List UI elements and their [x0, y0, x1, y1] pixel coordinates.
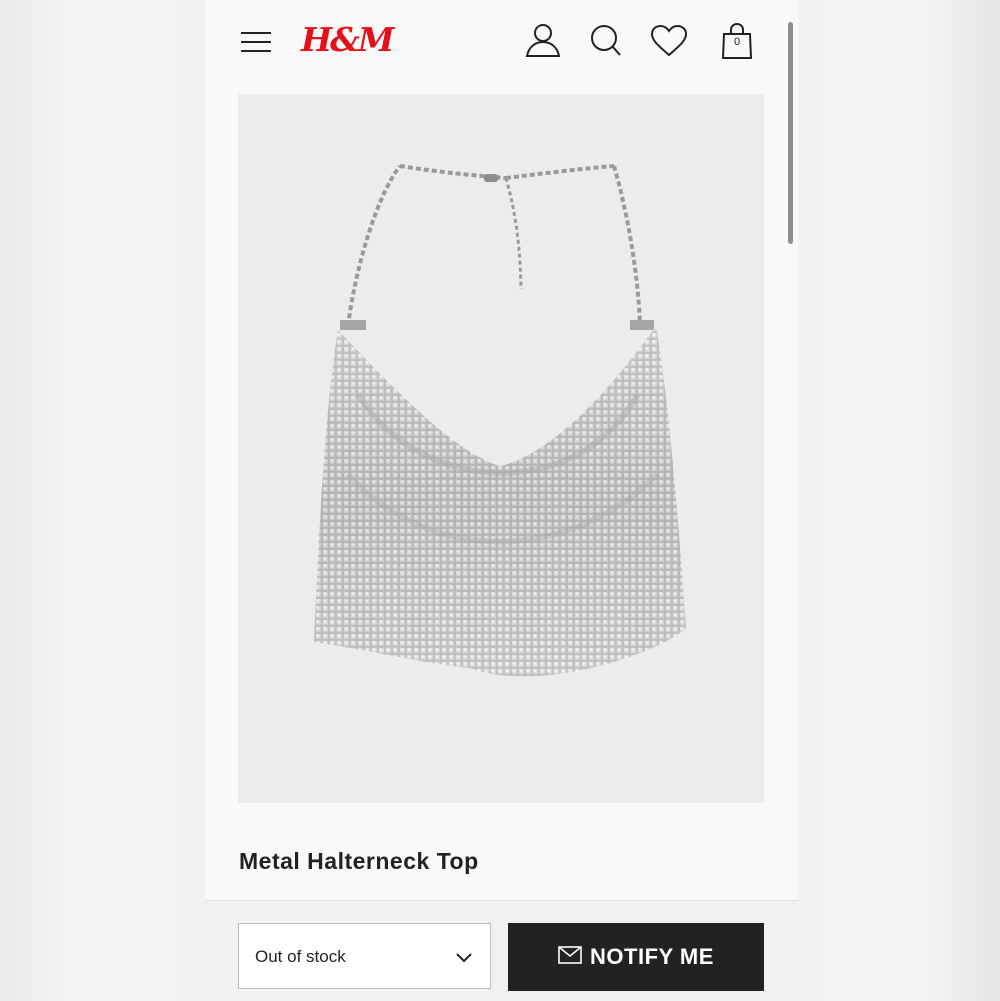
header: H&M 0 [205, 0, 798, 90]
metal-halterneck-top-image [314, 164, 686, 677]
shopping-bag-icon[interactable]: 0 [721, 22, 753, 60]
account-icon[interactable] [525, 22, 561, 58]
menu-icon[interactable] [240, 30, 272, 54]
search-icon[interactable] [590, 24, 622, 58]
purchase-bar: Out of stock NOTIFY ME [205, 900, 798, 1001]
scrollbar[interactable] [788, 22, 793, 244]
brand-logo[interactable]: H&M [301, 20, 395, 59]
notify-me-button[interactable]: NOTIFY ME [508, 923, 764, 991]
product-page: H&M 0 Metal Halterneck Top Out of stock … [205, 0, 798, 1001]
size-select-value: Out of stock [255, 947, 346, 966]
chevron-down-icon [456, 950, 472, 968]
cart-count: 0 [733, 36, 741, 48]
size-select[interactable]: Out of stock [238, 923, 491, 989]
favorites-icon[interactable] [650, 24, 688, 58]
product-title: Metal Halterneck Top [239, 848, 479, 874]
notify-me-label: NOTIFY ME [590, 944, 714, 969]
product-image[interactable] [238, 94, 764, 803]
envelope-icon [558, 945, 582, 969]
